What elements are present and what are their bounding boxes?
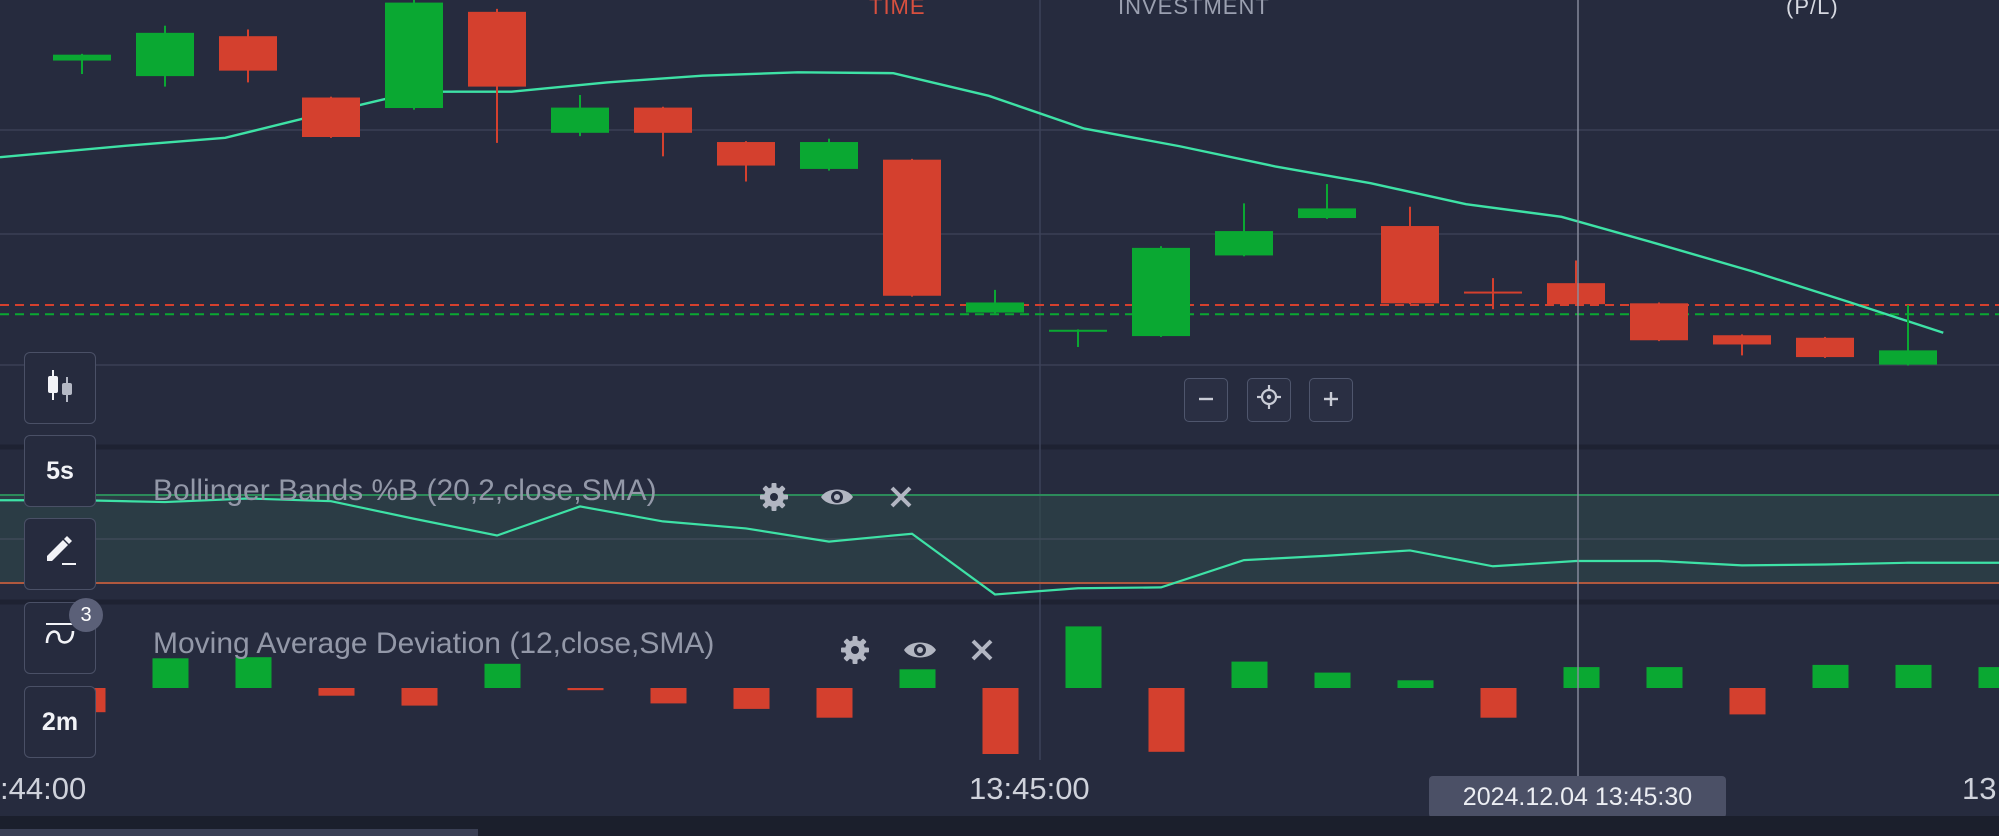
candle-body [1298,208,1356,219]
deviation-bar [235,657,272,688]
candle-body [302,97,360,137]
candle-body [551,107,609,133]
timeframe-button[interactable]: 5s [24,435,96,507]
deviation-bar [318,688,355,696]
deviation-bar [1729,688,1766,715]
candle-body [634,107,692,133]
deviation-bar [982,688,1019,754]
minus-icon [1196,384,1216,416]
time-axis-label: :44:00 [0,771,87,806]
moving-average-line [0,71,1944,334]
candle-body [468,11,526,87]
candle-body [883,159,941,296]
candle-body [1547,283,1605,305]
deviation-bar [152,658,189,688]
indicators-count-badge: 3 [69,598,103,632]
deviation-bar [1480,688,1517,718]
candle-body [1049,329,1107,332]
candle-body [219,36,277,71]
candle-body [1713,335,1771,345]
deviation-bar [1065,626,1102,688]
deviation-bar [899,669,936,688]
candle-body [385,2,443,109]
deviation-bar [1646,667,1683,688]
deviation-bar [1148,688,1185,752]
candle-body [1464,291,1522,294]
zoom-in-button[interactable] [1309,378,1353,422]
center-chart-button[interactable] [1247,378,1291,422]
candle-body [1796,337,1854,358]
candle-body [717,142,775,166]
deviation-bar [484,663,521,688]
candle-body [53,54,111,61]
eye-icon[interactable] [903,633,937,667]
gear-icon[interactable] [757,480,791,514]
bollinger-percent-b-label: Bollinger Bands %B (20,2,close,SMA) [153,474,657,507]
candle-body [1630,303,1688,341]
deviation-bar [733,688,770,709]
chart-stage[interactable]: TIME INVESTMENT (P/L) 5s 3 2m Bollinger … [0,0,1999,836]
scroll-thumb[interactable] [0,829,478,836]
candle-body [1215,231,1273,256]
time-axis-label: 13 [1962,771,1997,806]
crosshair-time-tooltip: 2024.12.04 13:45:30 [1429,776,1726,818]
candlestick-icon [42,367,78,410]
gear-icon[interactable] [838,633,872,667]
interval-button[interactable]: 2m [24,686,96,758]
deviation-bar [1978,667,1999,688]
deviation-bar [1231,661,1268,688]
deviation-bar [1812,664,1849,688]
deviation-bar [567,688,604,691]
time-axis-label: 13:45:00 [969,771,1090,806]
chart-canvas[interactable] [0,0,1999,836]
deviation-bar [816,688,853,718]
header-investment-label: INVESTMENT [1118,0,1270,19]
candle-body [1879,350,1937,365]
eye-icon[interactable] [820,480,854,514]
candle-body [1132,247,1190,337]
deviation-bar [1563,667,1600,688]
crosshair-icon [1256,384,1282,417]
candle-body [1381,226,1439,304]
pencil-icon [42,533,78,576]
deviation-bar [401,688,438,706]
plus-icon [1321,384,1341,416]
header-pl-label: (P/L) [1786,0,1839,19]
deviation-bar [650,688,687,704]
chart-type-button[interactable] [24,352,96,424]
draw-tools-button[interactable] [24,518,96,590]
candle-body [800,142,858,169]
zoom-out-button[interactable] [1184,378,1228,422]
deviation-bar [1314,672,1351,688]
deviation-bar [1895,664,1932,688]
header-time-label: TIME [869,0,926,19]
moving-average-deviation-label: Moving Average Deviation (12,close,SMA) [153,627,715,660]
candle-body [136,32,194,77]
close-icon[interactable] [965,633,999,667]
deviation-bar [1397,680,1434,688]
candle-body [966,302,1024,313]
close-icon[interactable] [884,480,918,514]
